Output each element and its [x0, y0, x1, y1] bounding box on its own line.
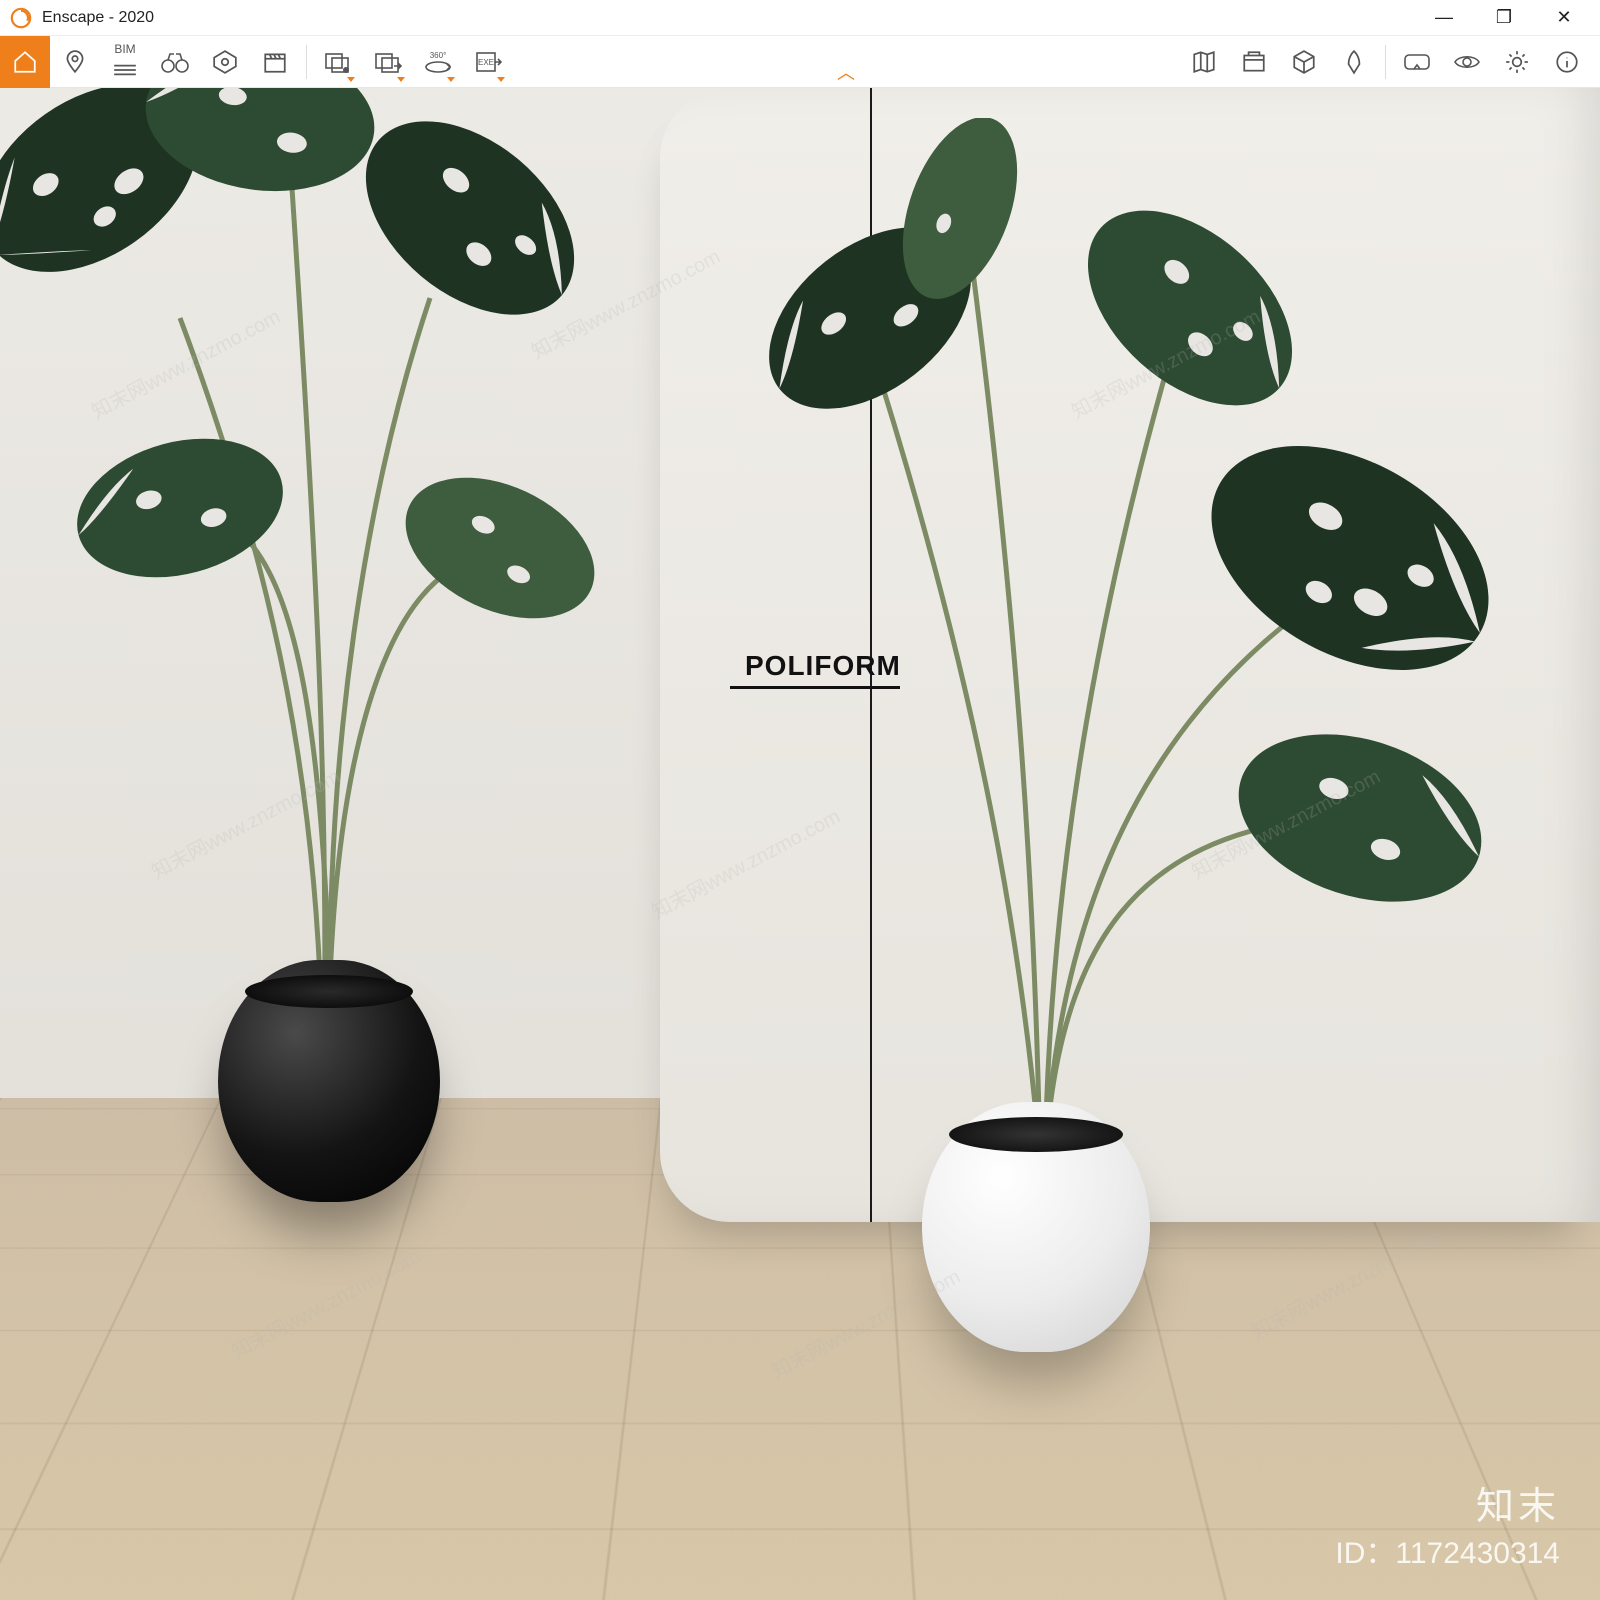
pin-icon: [62, 49, 88, 75]
dropdown-caret-icon: [497, 77, 505, 82]
scene-brand-text: POLIFORM: [745, 650, 901, 682]
app-logo-icon: [10, 7, 32, 29]
collapse-chevron-icon[interactable]: ︿: [837, 59, 855, 85]
toolbar-separator: [306, 45, 307, 79]
batch-export-icon: [374, 49, 402, 75]
home-icon: [12, 49, 38, 75]
toolbar: BIM 360° EXE ︿: [0, 36, 1600, 88]
toolbar-left-group: BIM 360° EXE: [0, 36, 513, 87]
walk-icon: [1341, 49, 1367, 75]
render-viewport[interactable]: POLIFORM 知末网www.znzmo.com 知末网www.znzmo.c…: [0, 88, 1600, 1600]
bim-lines-icon: [112, 63, 138, 77]
bim-manage-button[interactable]: BIM: [100, 36, 150, 88]
scene-brand-underline: [730, 686, 900, 689]
batch-render-button[interactable]: [313, 36, 363, 88]
batch-export-button[interactable]: [363, 36, 413, 88]
home-button[interactable]: [0, 36, 50, 88]
gear-icon: [1504, 49, 1530, 75]
exe-icon: EXE: [474, 49, 502, 75]
toolbar-spacer: ︿: [513, 36, 1179, 87]
window-controls: — ❐ ✕: [1430, 4, 1600, 32]
help-button[interactable]: [1542, 36, 1592, 88]
location-pin-button[interactable]: [50, 36, 100, 88]
app-title: Enscape - 2020: [42, 9, 154, 27]
toolbar-right-group: [1179, 36, 1600, 87]
clapperboard-button[interactable]: [250, 36, 300, 88]
scene-pot-black: [218, 960, 440, 1202]
close-button[interactable]: ✕: [1550, 4, 1578, 32]
scene-pot-white: [922, 1102, 1150, 1352]
dropdown-caret-icon: [397, 77, 405, 82]
svg-text:360°: 360°: [430, 51, 447, 60]
export-exe-button[interactable]: EXE: [463, 36, 513, 88]
perspective-button[interactable]: [200, 36, 250, 88]
bim-label: BIM: [114, 42, 135, 56]
dropdown-caret-icon: [347, 77, 355, 82]
cube-icon: [1291, 49, 1317, 75]
asset-library-icon: [1241, 49, 1267, 75]
clapperboard-icon: [262, 49, 288, 75]
binoculars-button[interactable]: [150, 36, 200, 88]
walk-mode-button[interactable]: [1329, 36, 1379, 88]
dropdown-caret-icon: [447, 77, 455, 82]
map-icon: [1191, 49, 1217, 75]
map-button[interactable]: [1179, 36, 1229, 88]
binoculars-icon: [160, 49, 190, 75]
vr-icon: [1403, 50, 1431, 74]
settings-button[interactable]: [1492, 36, 1542, 88]
svg-text:EXE: EXE: [478, 58, 494, 67]
watermark-logo: 知末: [1476, 1475, 1560, 1530]
visibility-button[interactable]: [1442, 36, 1492, 88]
asset-library-button[interactable]: [1229, 36, 1279, 88]
maximize-button[interactable]: ❐: [1490, 4, 1518, 32]
watermark-id: ID：1172430314: [1335, 1528, 1560, 1572]
perspective-icon: [212, 49, 238, 75]
titlebar: Enscape - 2020 — ❐ ✕: [0, 0, 1600, 36]
toolbar-separator: [1385, 45, 1386, 79]
minimize-button[interactable]: —: [1430, 4, 1458, 32]
panorama-360-button[interactable]: 360°: [413, 36, 463, 88]
cube-view-button[interactable]: [1279, 36, 1329, 88]
batch-render-icon: [324, 49, 352, 75]
panorama-icon: 360°: [423, 48, 453, 76]
info-icon: [1554, 49, 1580, 75]
vr-headset-button[interactable]: [1392, 36, 1442, 88]
eye-icon: [1453, 50, 1481, 74]
